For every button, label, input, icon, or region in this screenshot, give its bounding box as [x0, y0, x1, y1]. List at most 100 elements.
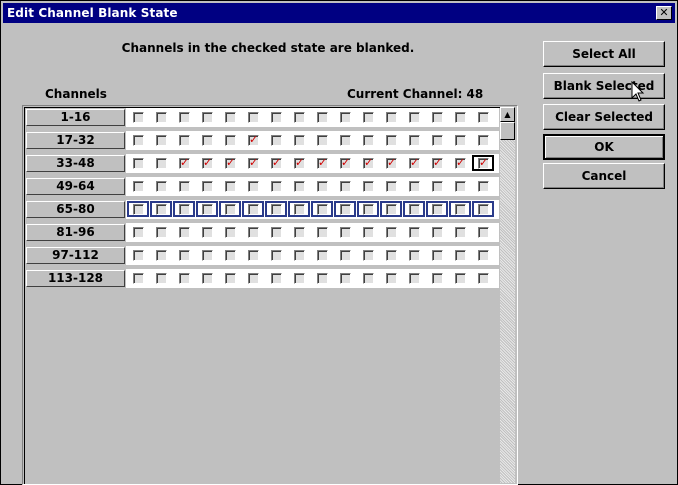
- channel-checkbox[interactable]: ✓: [381, 156, 401, 170]
- channel-checkbox[interactable]: [174, 271, 194, 285]
- channel-checkbox[interactable]: [358, 271, 378, 285]
- channel-checkbox[interactable]: [312, 179, 332, 193]
- channel-checkbox[interactable]: [312, 133, 332, 147]
- channel-checkbox[interactable]: [174, 179, 194, 193]
- channel-checkbox[interactable]: [427, 179, 447, 193]
- channel-checkbox[interactable]: [243, 179, 263, 193]
- channel-checkbox[interactable]: [289, 110, 309, 124]
- channel-checkbox[interactable]: [151, 225, 171, 239]
- channel-checkbox[interactable]: [404, 271, 424, 285]
- channel-checkbox[interactable]: [473, 225, 493, 239]
- channel-checkbox[interactable]: [381, 248, 401, 262]
- channel-checkbox[interactable]: [404, 225, 424, 239]
- channel-checkbox[interactable]: [380, 201, 402, 217]
- channel-checkbox[interactable]: [288, 201, 310, 217]
- channel-checkbox[interactable]: [150, 201, 172, 217]
- channel-checkbox[interactable]: [220, 133, 240, 147]
- channel-checkbox[interactable]: [311, 201, 333, 217]
- channel-checkbox[interactable]: [174, 110, 194, 124]
- vertical-scrollbar[interactable]: ▲: [500, 107, 515, 483]
- channel-checkbox[interactable]: [358, 179, 378, 193]
- channel-checkbox[interactable]: [197, 248, 217, 262]
- channel-checkbox[interactable]: [312, 271, 332, 285]
- channel-checkbox[interactable]: ✓: [243, 133, 263, 147]
- channel-checkbox[interactable]: ✓: [404, 156, 424, 170]
- channel-row-label[interactable]: 113-128: [26, 270, 125, 287]
- channel-checkbox[interactable]: [174, 133, 194, 147]
- channel-checkbox[interactable]: [266, 271, 286, 285]
- channel-checkbox[interactable]: ✓: [174, 156, 194, 170]
- channel-checkbox[interactable]: [450, 110, 470, 124]
- channel-checkbox[interactable]: [381, 271, 401, 285]
- channel-checkbox[interactable]: [127, 201, 149, 217]
- channel-checkbox[interactable]: [312, 248, 332, 262]
- channel-checkbox[interactable]: [220, 110, 240, 124]
- channel-checkbox[interactable]: [174, 248, 194, 262]
- channel-checkbox[interactable]: [243, 110, 263, 124]
- channel-checkbox[interactable]: [219, 201, 241, 217]
- channel-row-label[interactable]: 81-96: [26, 224, 125, 241]
- channel-checkbox[interactable]: [427, 133, 447, 147]
- channel-checkbox[interactable]: [427, 110, 447, 124]
- close-button[interactable]: ✕: [656, 6, 672, 20]
- channel-checkbox[interactable]: [289, 225, 309, 239]
- channel-checkbox[interactable]: [381, 179, 401, 193]
- channel-checkbox[interactable]: [403, 201, 425, 217]
- channel-checkbox[interactable]: [312, 225, 332, 239]
- channel-checkbox[interactable]: [335, 271, 355, 285]
- channel-checkbox[interactable]: [358, 110, 378, 124]
- channel-checkbox[interactable]: ✓: [427, 156, 447, 170]
- channel-checkbox[interactable]: ✓: [266, 156, 286, 170]
- channel-checkbox[interactable]: [358, 133, 378, 147]
- channel-checkbox[interactable]: [358, 248, 378, 262]
- channel-checkbox[interactable]: [473, 248, 493, 262]
- channel-checkbox[interactable]: [450, 248, 470, 262]
- channel-checkbox[interactable]: [128, 156, 148, 170]
- channel-checkbox[interactable]: ✓: [243, 156, 263, 170]
- channel-checkbox[interactable]: [243, 271, 263, 285]
- channel-checkbox[interactable]: [151, 271, 171, 285]
- channel-checkbox[interactable]: [473, 110, 493, 124]
- channel-row-label[interactable]: 17-32: [26, 132, 125, 149]
- channel-checkbox[interactable]: [197, 225, 217, 239]
- channel-checkbox[interactable]: [151, 179, 171, 193]
- blank-selected-button[interactable]: Blank Selected: [543, 73, 665, 99]
- channel-row-label[interactable]: 49-64: [26, 178, 125, 195]
- channel-checkbox[interactable]: [335, 248, 355, 262]
- channel-checkbox[interactable]: [266, 110, 286, 124]
- channel-checkbox[interactable]: [151, 156, 171, 170]
- channel-checkbox[interactable]: [381, 133, 401, 147]
- channel-checkbox[interactable]: ✓: [289, 156, 309, 170]
- channel-checkbox[interactable]: ✓: [358, 156, 378, 170]
- channel-checkbox[interactable]: [289, 179, 309, 193]
- channel-checkbox[interactable]: [404, 179, 424, 193]
- channel-checkbox[interactable]: [334, 201, 356, 217]
- channel-checkbox[interactable]: ✓: [220, 156, 240, 170]
- channel-checkbox[interactable]: [265, 201, 287, 217]
- channel-checkbox[interactable]: [335, 225, 355, 239]
- channel-checkbox[interactable]: [404, 248, 424, 262]
- channel-checkbox[interactable]: [128, 110, 148, 124]
- channel-checkbox[interactable]: [196, 201, 218, 217]
- channel-checkbox[interactable]: [404, 133, 424, 147]
- channel-row-label[interactable]: 33-48: [26, 155, 125, 172]
- channel-row-label[interactable]: 65-80: [26, 201, 125, 218]
- channel-checkbox[interactable]: [450, 225, 470, 239]
- channel-checkbox[interactable]: ✓: [450, 156, 470, 170]
- channel-checkbox[interactable]: ✓: [335, 156, 355, 170]
- channel-checkbox[interactable]: [449, 201, 471, 217]
- channel-checkbox[interactable]: [242, 201, 264, 217]
- channel-checkbox[interactable]: [197, 110, 217, 124]
- channel-checkbox[interactable]: [220, 179, 240, 193]
- channel-checkbox[interactable]: [427, 225, 447, 239]
- ok-button[interactable]: OK: [543, 134, 665, 160]
- channel-checkbox[interactable]: [312, 110, 332, 124]
- channel-checkbox[interactable]: [427, 271, 447, 285]
- channel-checkbox[interactable]: [197, 271, 217, 285]
- channel-checkbox[interactable]: [472, 201, 494, 217]
- channel-checkbox[interactable]: [427, 248, 447, 262]
- channel-checkbox[interactable]: [151, 133, 171, 147]
- channel-checkbox[interactable]: ✓: [197, 156, 217, 170]
- channel-checkbox[interactable]: [357, 201, 379, 217]
- channel-checkbox[interactable]: [266, 225, 286, 239]
